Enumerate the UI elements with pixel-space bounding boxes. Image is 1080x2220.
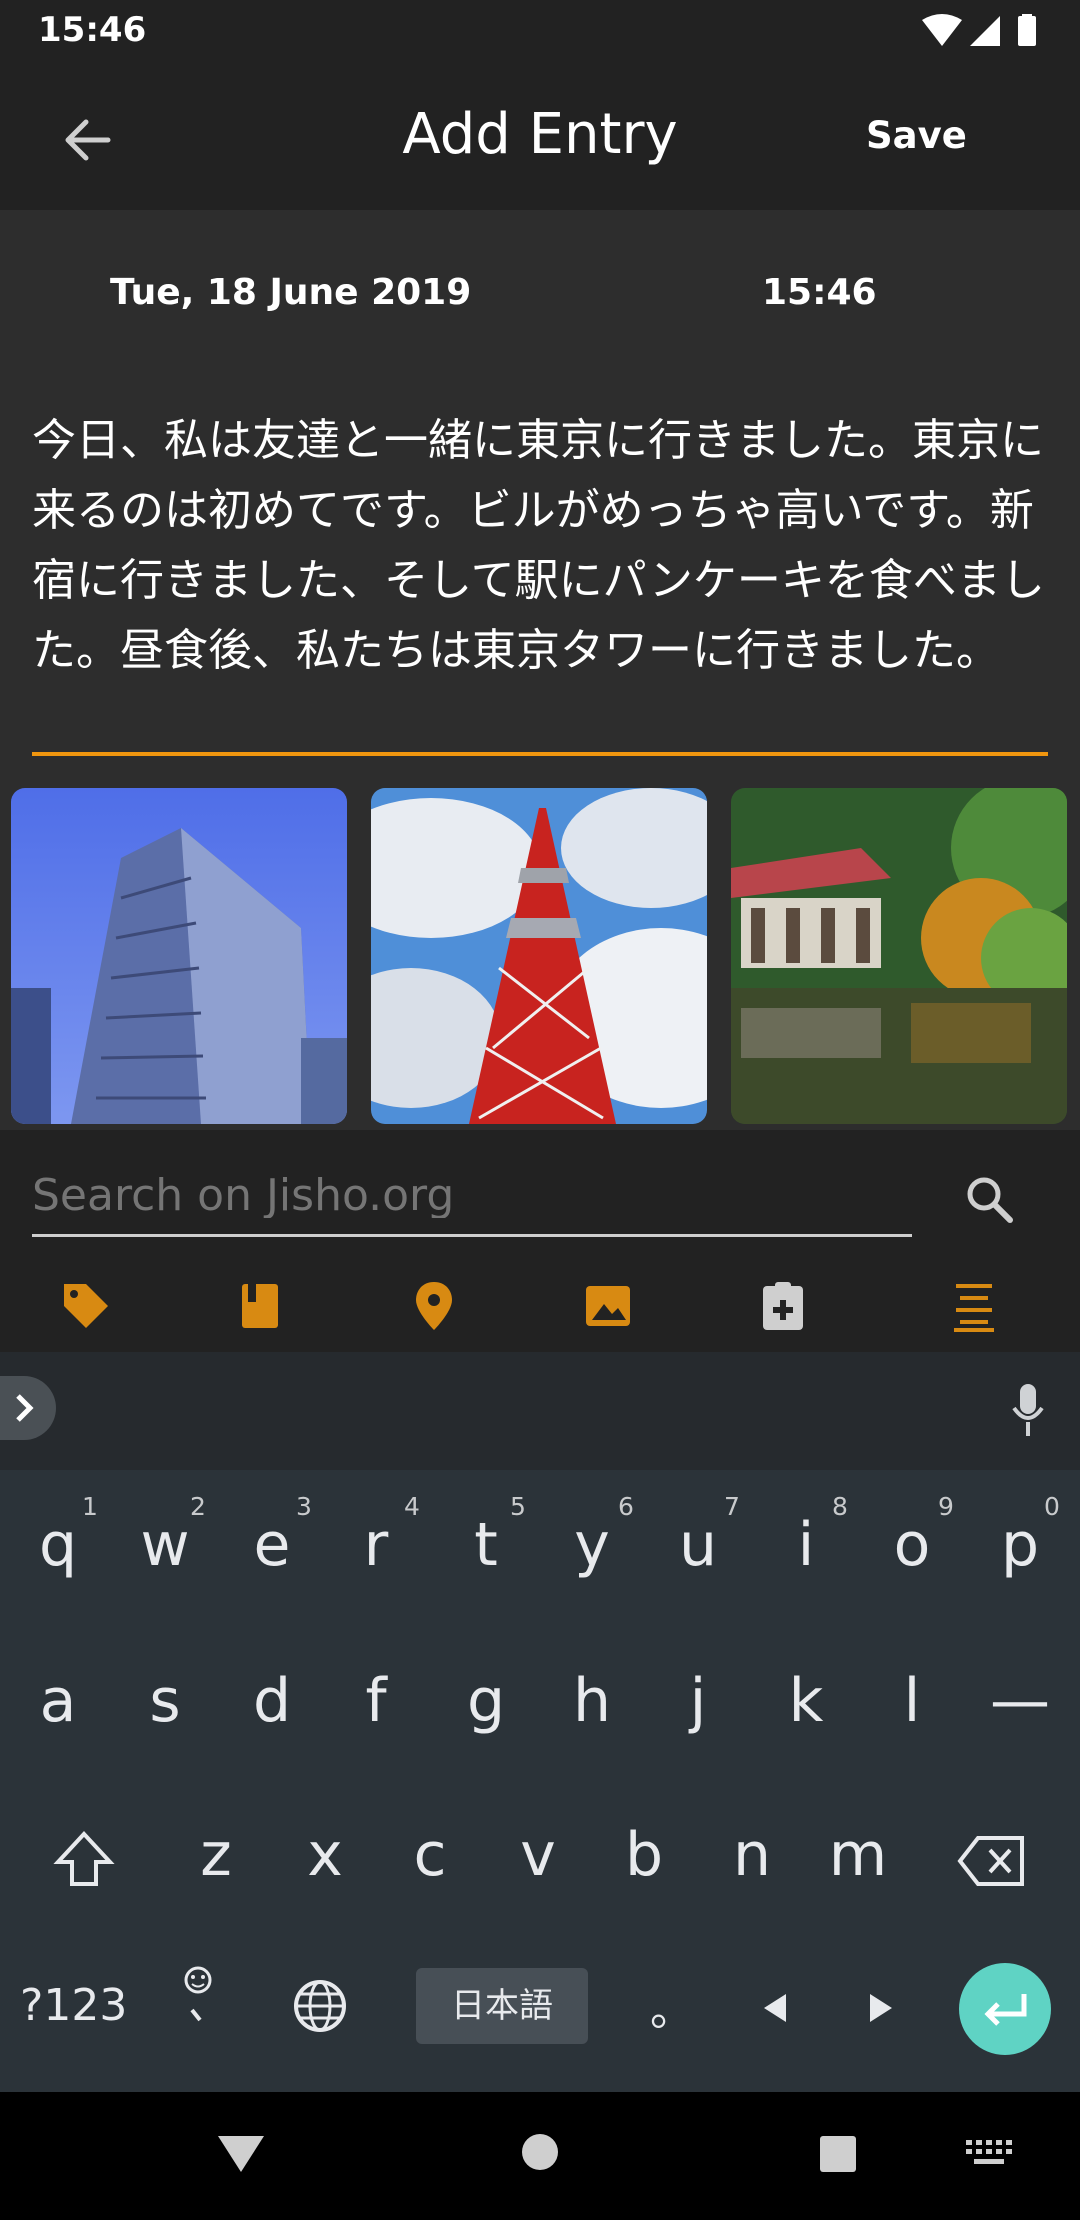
keyboard-switch-icon[interactable] <box>966 2140 1012 2168</box>
entry-underline <box>32 752 1048 756</box>
enter-key[interactable] <box>958 1962 1052 2056</box>
microphone-icon[interactable] <box>1008 1380 1048 1440</box>
keyboard: q w e r t y u i o p 1 2 3 4 5 6 7 8 9 0 … <box>0 1470 1080 2092</box>
key-l[interactable]: l <box>862 1666 962 1736</box>
signal-icon <box>970 16 1000 46</box>
photo-strip <box>0 780 1080 1130</box>
entry-field[interactable]: 今日、私は友達と一緒に東京に行きました。東京に来るのは初めてです。ビルがめっちゃ… <box>0 370 1080 780</box>
keyboard-suggestion-strip <box>0 1352 1080 1470</box>
key-k[interactable]: k <box>756 1666 856 1736</box>
entry-body-text[interactable]: 今日、私は友達と一緒に東京に行きました。東京に来るのは初めてです。ビルがめっちゃ… <box>32 406 1052 686</box>
key-s[interactable]: s <box>115 1666 215 1736</box>
key-x[interactable]: x <box>275 1820 375 1890</box>
recents-square-icon[interactable] <box>818 2134 858 2174</box>
key-hint: 9 <box>938 1492 954 1521</box>
chevron-right-icon[interactable] <box>0 1376 56 1440</box>
key-n[interactable]: n <box>702 1820 802 1890</box>
key-d[interactable]: d <box>222 1666 322 1736</box>
text-lines-icon[interactable] <box>946 1278 1002 1334</box>
clipboard-add-icon[interactable] <box>755 1278 811 1334</box>
key-hint: 8 <box>832 1492 848 1521</box>
symbols-key[interactable]: ?123 <box>20 1980 127 2031</box>
key-j[interactable]: j <box>648 1666 748 1736</box>
key-b[interactable]: b <box>594 1820 694 1890</box>
date-time-row: Tue, 18 June 2019 15:46 <box>0 210 1080 370</box>
key-hint: 3 <box>296 1492 312 1521</box>
app-bar: Add Entry Save <box>0 64 1080 210</box>
battery-icon <box>1018 16 1036 46</box>
key-a[interactable]: a <box>8 1666 108 1736</box>
globe-icon[interactable] <box>292 1978 348 2034</box>
key-c[interactable]: c <box>380 1820 480 1890</box>
tag-icon[interactable] <box>58 1278 114 1334</box>
location-pin-icon[interactable] <box>406 1278 462 1334</box>
key-z[interactable]: z <box>166 1820 266 1890</box>
key-hint: 4 <box>404 1492 420 1521</box>
cursor-right-icon[interactable] <box>866 1990 896 2026</box>
status-bar: 15:46 <box>0 0 1080 64</box>
tokyo-tower-photo[interactable] <box>371 788 707 1124</box>
search-input[interactable] <box>32 1172 912 1218</box>
key-hint: 6 <box>618 1492 634 1521</box>
key-h[interactable]: h <box>542 1666 642 1736</box>
entry-toolbar <box>0 1260 1080 1352</box>
search-underline <box>32 1234 912 1237</box>
key-f[interactable]: f <box>326 1666 426 1736</box>
status-icons <box>922 14 1036 46</box>
emoji-icon[interactable] <box>178 1964 218 2034</box>
space-key[interactable]: 日本語 <box>416 1968 588 2044</box>
status-time: 15:46 <box>38 10 147 50</box>
key-dash[interactable]: — <box>970 1666 1070 1736</box>
book-icon[interactable] <box>232 1278 288 1334</box>
shift-icon[interactable] <box>52 1828 116 1892</box>
time-picker[interactable]: 15:46 <box>762 272 877 313</box>
building-photo[interactable] <box>11 788 347 1124</box>
key-hint: 1 <box>82 1492 98 1521</box>
key-hint: 7 <box>724 1492 740 1521</box>
back-triangle-icon[interactable] <box>214 2132 268 2176</box>
key-v[interactable]: v <box>488 1820 588 1890</box>
home-circle-icon[interactable] <box>520 2132 560 2172</box>
cursor-left-icon[interactable] <box>760 1990 790 2026</box>
key-g[interactable]: g <box>436 1666 536 1736</box>
save-button[interactable]: Save <box>866 114 967 157</box>
period-key[interactable]: 。 <box>650 1974 694 2038</box>
garden-pond-photo[interactable] <box>731 788 1067 1124</box>
key-hint: 5 <box>510 1492 526 1521</box>
key-hint: 2 <box>190 1492 206 1521</box>
date-picker[interactable]: Tue, 18 June 2019 <box>110 272 471 313</box>
image-icon[interactable] <box>580 1278 636 1334</box>
search-row <box>0 1130 1080 1260</box>
key-hint: 0 <box>1044 1492 1060 1521</box>
wifi-icon <box>922 14 962 46</box>
search-icon[interactable] <box>960 1170 1020 1230</box>
backspace-icon[interactable] <box>956 1834 1028 1888</box>
system-nav-bar <box>0 2092 1080 2220</box>
key-m[interactable]: m <box>808 1820 908 1890</box>
